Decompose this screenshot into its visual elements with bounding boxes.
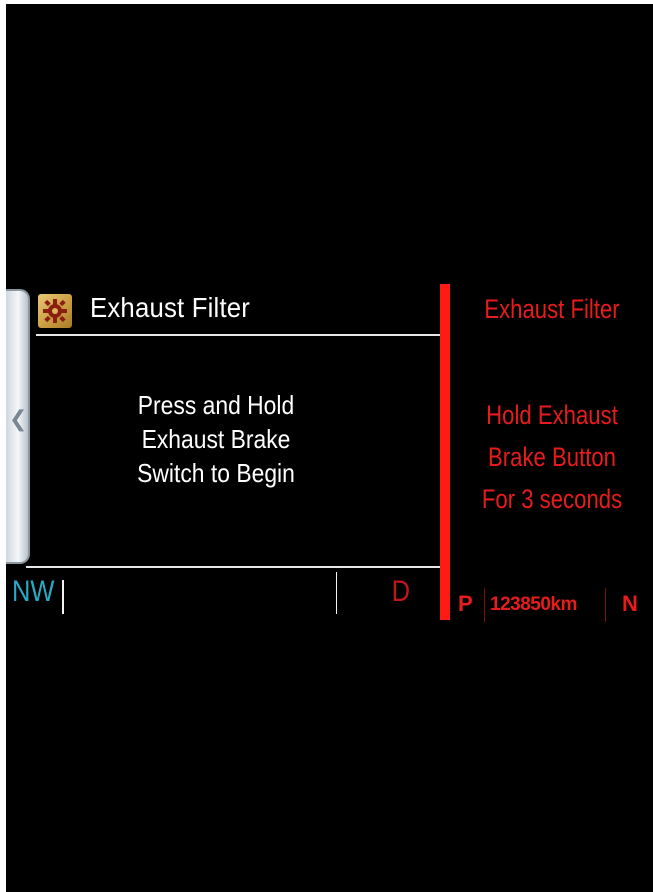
message-line: Switch to Begin <box>137 458 295 488</box>
odometer: 123850km <box>490 594 577 615</box>
gear-indicator: D <box>391 575 411 608</box>
page-title: Exhaust Filter <box>90 292 251 323</box>
header-divider <box>36 334 440 336</box>
message-line: Exhaust Brake <box>141 424 291 454</box>
secondary-message: Hold Exhaust Brake Button For 3 seconds <box>452 394 652 520</box>
status-separator <box>484 588 485 622</box>
neutral-indicator: N <box>622 591 638 616</box>
status-separator <box>605 588 606 622</box>
gear-warning-icon <box>38 294 72 328</box>
menu-back-tab[interactable]: ❮ <box>6 289 30 564</box>
footer-divider <box>26 566 440 568</box>
secondary-message-line: For 3 seconds <box>481 484 623 514</box>
secondary-title: Exhaust Filter <box>484 294 620 324</box>
cluster-display: ❮ Exhaust Filter Press and Hold Exhaust … <box>6 4 653 892</box>
secondary-message-line: Brake Button <box>488 442 616 472</box>
park-indicator: P <box>458 591 473 616</box>
instruction-message: Press and Hold Exhaust Brake Switch to B… <box>66 388 366 490</box>
status-separator <box>336 572 337 614</box>
compass-heading: NW <box>12 575 55 608</box>
red-divider <box>440 284 450 620</box>
chevron-left-icon: ❮ <box>9 407 28 432</box>
secondary-message-line: Hold Exhaust <box>486 400 618 430</box>
message-line: Press and Hold <box>137 390 295 420</box>
status-separator <box>62 580 64 614</box>
